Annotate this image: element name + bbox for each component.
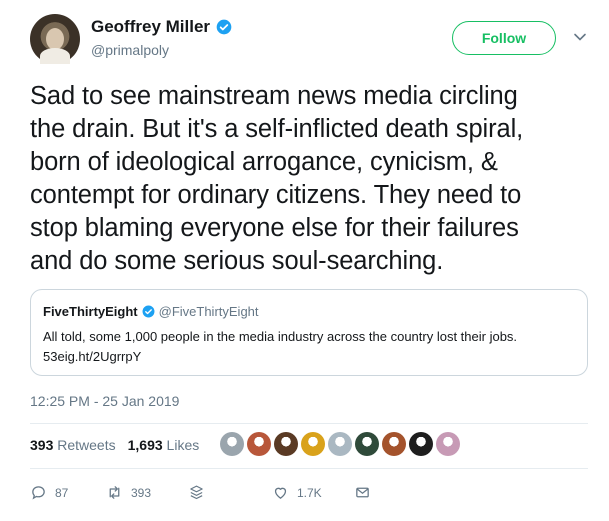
reply-count: 87 [55,485,69,500]
quoted-handle: @FiveThirtyEight [158,304,259,319]
quoted-link: 53eig.ht/2UgrrpY [43,349,142,364]
heart-icon [274,487,287,499]
quoted-line: All told, some 1,000 people in the media… [43,329,518,344]
tweet-line: Sad to see mainstream news media circlin… [30,82,518,110]
stack-button[interactable] [188,484,205,501]
retweet-icon [109,486,120,499]
like-count: 1.7K [297,485,322,500]
retweets-label: Retweets [57,437,116,453]
liker-avatar[interactable] [409,432,433,456]
author-display-name[interactable]: Geoffrey Miller [91,17,210,37]
likes-count: 1,693 [127,437,163,453]
liker-avatar[interactable] [328,432,352,456]
tweet-line: stop blaming everyone else for their fai… [30,214,519,242]
mail-icon [356,487,369,498]
liker-avatar[interactable] [220,432,244,456]
divider [30,468,588,469]
liker-avatar[interactable] [355,432,379,456]
liker-avatar[interactable] [301,432,325,456]
retweet-button[interactable]: 393 [106,484,151,501]
author-avatar[interactable] [30,14,80,64]
likes-label: Likes [166,437,200,453]
follow-button[interactable]: Follow [452,21,556,55]
author-handle[interactable]: @primalpoly [91,42,169,58]
direct-message-button[interactable] [354,484,371,501]
engagement-stats: 393 Retweets 1,693 Likes [30,437,199,453]
reply-icon [32,486,45,500]
avatar-face [46,28,64,50]
verified-badge-icon [142,305,155,318]
divider [30,423,588,424]
retweets-stat[interactable]: 393 Retweets [30,437,116,453]
liker-avatar[interactable] [436,432,460,456]
chevron-down-icon[interactable] [573,30,587,44]
like-button[interactable]: 1.7K [272,484,322,501]
liker-avatars [220,432,460,456]
avatar-body [40,48,70,64]
retweet-count: 393 [131,485,152,500]
tweet-text: Sad to see mainstream news media circlin… [30,80,595,278]
tweet-line: born of ideological arrogance, cynicism,… [30,148,498,176]
verified-badge-icon [216,19,232,35]
tweet-actions: 87 393 1.7K [30,484,390,504]
liker-avatar[interactable] [382,432,406,456]
retweets-count: 393 [30,437,54,453]
reply-button[interactable]: 87 [30,484,68,501]
quoted-tweet-header: FiveThirtyEight @FiveThirtyEight [43,304,259,319]
likes-stat[interactable]: 1,693 Likes [128,437,200,453]
liker-avatar[interactable] [247,432,271,456]
tweet-line: contempt for ordinary citizens. They nee… [30,181,522,209]
stack-icon [190,485,203,500]
author-name-row[interactable]: Geoffrey Miller [91,17,232,37]
tweet-line: and do some serious soul-searching. [30,247,444,275]
quoted-tweet-text: All told, some 1,000 people in the media… [43,327,583,367]
quoted-tweet-card[interactable]: FiveThirtyEight @FiveThirtyEight All tol… [30,289,588,376]
tweet-line: the drain. But it's a self-inflicted dea… [30,115,524,143]
tweet-timestamp[interactable]: 12:25 PM - 25 Jan 2019 [30,393,179,409]
liker-avatar[interactable] [274,432,298,456]
quoted-display-name: FiveThirtyEight [43,304,138,319]
